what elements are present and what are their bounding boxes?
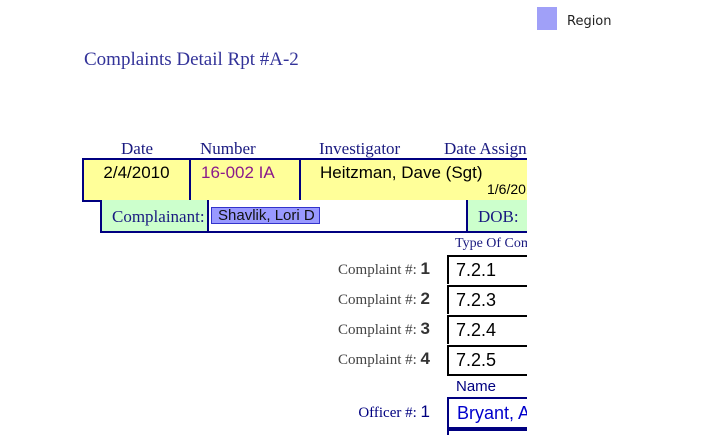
officer-name-header: Name [456,378,497,395]
record-row: 2/4/2010 16-002 IA Heitzman, Dave (Sgt) … [82,158,527,202]
record-date-assigned: 1/6/2010 [487,181,527,197]
officer-label: Officer #: 1 [358,402,430,421]
report-page: Complaints Detail Rpt #A-2 Date Number I… [0,0,527,435]
header-date: Date [121,139,154,158]
complaint-type: 7.2.4 [447,315,527,344]
complainant-label: Complainant: [102,200,209,231]
complaint-type: 7.2.1 [447,255,527,284]
record-number: 16-002 IA [191,160,301,200]
report-title: Complaints Detail Rpt #A-2 [84,49,299,70]
complainant-name: Shavlik, Lori D [211,207,320,224]
complaint-type: 7.2.3 [447,285,527,314]
dob-label: DOB: [466,200,527,231]
complaint-type: 7.2.5 [447,345,527,376]
type-of-complaint-header: Type Of Complaint [455,236,527,251]
complaint-label: Complaint #: 2 [338,289,430,308]
record-date: 2/4/2010 [84,160,191,200]
officer-name: Bryant, A [447,397,527,429]
header-number: Number [200,139,256,158]
record-investigator: Heitzman, Dave (Sgt) [320,163,483,182]
complaint-label: Complaint #: 4 [338,349,430,368]
legend-label: Region [567,14,612,29]
header-date-assigned: Date Assigned [444,139,527,158]
header-investigator: Investigator [319,139,401,158]
complaint-label: Complaint #: 1 [338,259,430,278]
legend-swatch [537,7,557,30]
complainant-row: Complainant: Shavlik, Lori D DOB: [100,200,527,233]
officer-row-partial [447,429,527,435]
complaint-label: Complaint #: 3 [338,319,430,338]
